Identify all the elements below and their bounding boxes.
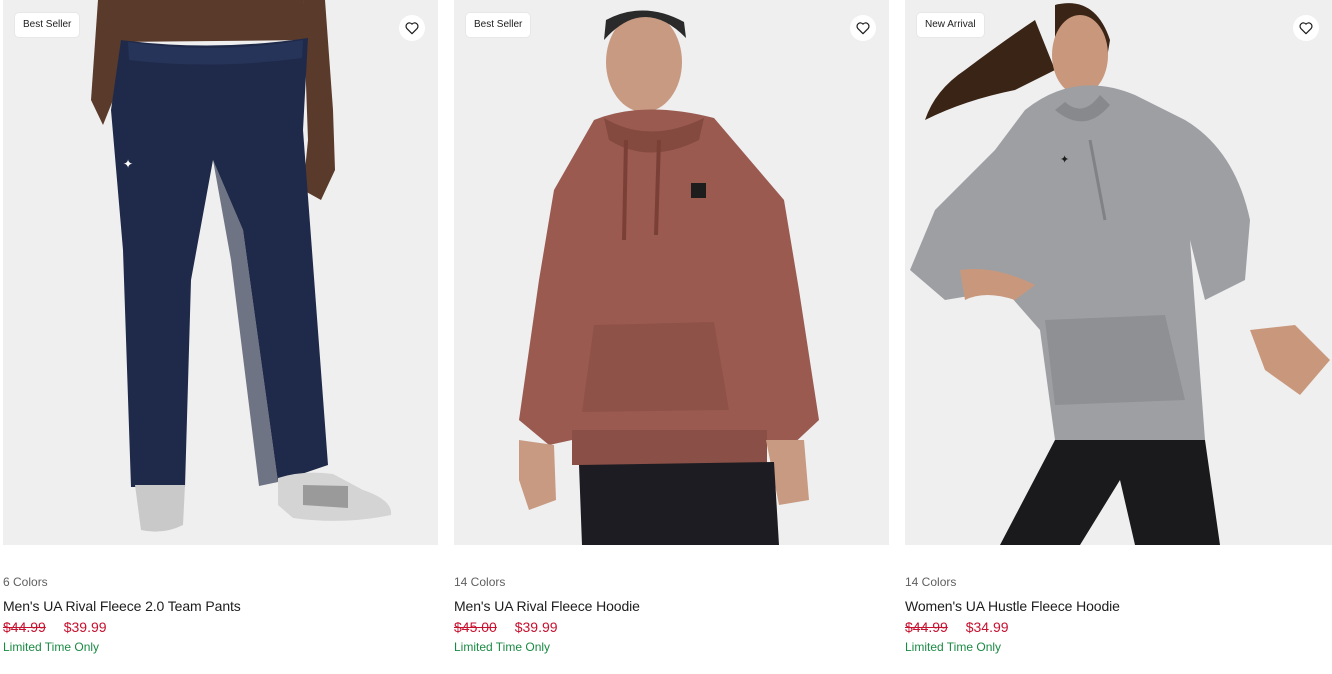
product-name[interactable]: Men's UA Rival Fleece Hoodie — [454, 597, 889, 615]
product-photo-womens-hoodie: ✦ — [905, 0, 1332, 545]
original-price: $45.00 — [454, 619, 497, 635]
wishlist-button[interactable] — [1293, 15, 1319, 41]
sale-price: $39.99 — [514, 619, 558, 635]
product-info: 14 Colors Women's UA Hustle Fleece Hoodi… — [905, 545, 1332, 655]
product-card: ✦ New Arrival 14 Colors Women's UA Hustl… — [905, 0, 1332, 655]
sale-price: $34.99 — [965, 619, 1009, 635]
color-count: 14 Colors — [905, 575, 957, 589]
product-photo-pants: ✦ — [3, 0, 438, 545]
promo-text: Limited Time Only — [454, 640, 551, 654]
original-price: $44.99 — [3, 619, 46, 635]
product-image[interactable]: ✦ New Arrival — [905, 0, 1332, 545]
wishlist-button[interactable] — [399, 15, 425, 41]
product-grid: ✦ Best Seller 6 Colors Men's UA Rival Fl… — [0, 0, 1332, 674]
product-image[interactable]: Best Seller — [454, 0, 889, 545]
product-info: 6 Colors Men's UA Rival Fleece 2.0 Team … — [3, 545, 438, 655]
price-row: $44.99 $39.99 — [3, 618, 438, 636]
product-card: Best Seller 14 Colors Men's UA Rival Fle… — [454, 0, 889, 655]
product-badge: New Arrival — [917, 13, 984, 37]
color-count: 14 Colors — [454, 575, 506, 589]
heart-outline-icon — [1299, 22, 1313, 35]
product-photo-mens-hoodie — [454, 0, 889, 545]
svg-text:✦: ✦ — [1060, 153, 1069, 166]
price-row: $45.00 $39.99 — [454, 618, 889, 636]
product-badge: Best Seller — [15, 13, 80, 37]
product-image[interactable]: ✦ Best Seller — [3, 0, 438, 545]
color-count: 6 Colors — [3, 575, 48, 589]
product-name[interactable]: Men's UA Rival Fleece 2.0 Team Pants — [3, 597, 438, 615]
price-row: $44.99 $34.99 — [905, 618, 1332, 636]
product-info: 14 Colors Men's UA Rival Fleece Hoodie $… — [454, 545, 889, 655]
product-card: ✦ Best Seller 6 Colors Men's UA Rival Fl… — [3, 0, 438, 655]
promo-text: Limited Time Only — [905, 640, 1002, 654]
sale-price: $39.99 — [63, 619, 107, 635]
product-badge: Best Seller — [466, 13, 531, 37]
svg-text:✦: ✦ — [123, 157, 133, 171]
heart-outline-icon — [856, 22, 870, 35]
wishlist-button[interactable] — [850, 15, 876, 41]
promo-text: Limited Time Only — [3, 640, 100, 654]
original-price: $44.99 — [905, 619, 948, 635]
heart-outline-icon — [405, 22, 419, 35]
product-name[interactable]: Women's UA Hustle Fleece Hoodie — [905, 597, 1332, 615]
